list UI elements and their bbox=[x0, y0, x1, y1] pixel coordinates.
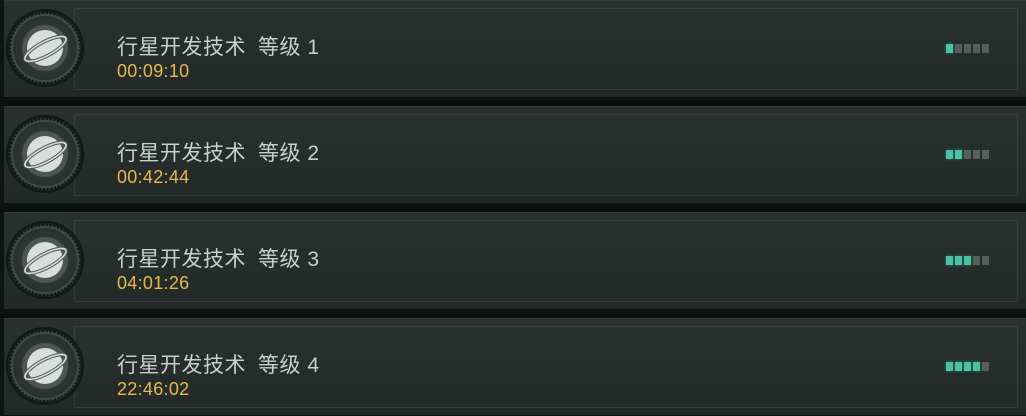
row-divider bbox=[0, 204, 1026, 212]
level-pip bbox=[964, 256, 971, 265]
level-pip bbox=[955, 362, 962, 371]
level-pip bbox=[982, 150, 989, 159]
row-divider bbox=[0, 310, 1026, 318]
research-timer: 22:46:02 bbox=[117, 379, 190, 399]
research-queue-item[interactable]: 行星开发技术 等级 3 04:01:26 bbox=[0, 212, 1026, 310]
research-timer: 00:42:44 bbox=[117, 167, 190, 187]
level-pip bbox=[964, 44, 971, 53]
research-queue-item[interactable]: 行星开发技术 等级 4 22:46:02 bbox=[0, 318, 1026, 416]
level-pip bbox=[946, 362, 953, 371]
research-level-label: 等级 3 bbox=[258, 248, 320, 271]
research-queue-list: 行星开发技术 等级 1 00:09:10 行星开发技术 等级 2 00:42:44 bbox=[0, 0, 1026, 416]
research-queue-item[interactable]: 行星开发技术 等级 1 00:09:10 bbox=[0, 0, 1026, 98]
level-pip bbox=[964, 150, 971, 159]
research-level-label: 等级 1 bbox=[258, 36, 320, 59]
level-indicator bbox=[946, 44, 989, 53]
research-level-label: 等级 2 bbox=[258, 142, 320, 165]
level-indicator bbox=[946, 362, 989, 371]
level-pip bbox=[964, 362, 971, 371]
research-name: 行星开发技术 bbox=[117, 354, 246, 377]
research-timer: 04:01:26 bbox=[117, 273, 190, 293]
level-pip bbox=[973, 362, 980, 371]
research-name: 行星开发技术 bbox=[117, 36, 246, 59]
level-pip bbox=[955, 256, 962, 265]
planet-icon bbox=[8, 11, 82, 85]
research-title: 行星开发技术 等级 4 bbox=[117, 349, 320, 379]
research-name: 行星开发技术 bbox=[117, 142, 246, 165]
level-pip bbox=[982, 44, 989, 53]
level-pip bbox=[946, 256, 953, 265]
level-pip bbox=[982, 256, 989, 265]
planet-icon bbox=[8, 329, 82, 403]
level-pip bbox=[946, 44, 953, 53]
research-name: 行星开发技术 bbox=[117, 248, 246, 271]
row-divider bbox=[0, 98, 1026, 106]
level-pip bbox=[982, 362, 989, 371]
level-pip bbox=[973, 256, 980, 265]
level-pip bbox=[973, 150, 980, 159]
research-queue-item[interactable]: 行星开发技术 等级 2 00:42:44 bbox=[0, 106, 1026, 204]
level-pip bbox=[955, 150, 962, 159]
level-pip bbox=[955, 44, 962, 53]
planet-icon bbox=[8, 117, 82, 191]
research-timer: 00:09:10 bbox=[117, 61, 190, 81]
research-title: 行星开发技术 等级 2 bbox=[117, 137, 320, 167]
research-level-label: 等级 4 bbox=[258, 354, 320, 377]
level-indicator bbox=[946, 150, 989, 159]
research-title: 行星开发技术 等级 3 bbox=[117, 243, 320, 273]
research-title: 行星开发技术 等级 1 bbox=[117, 31, 320, 61]
level-pip bbox=[946, 150, 953, 159]
level-pip bbox=[973, 44, 980, 53]
planet-icon bbox=[8, 223, 82, 297]
level-indicator bbox=[946, 256, 989, 265]
